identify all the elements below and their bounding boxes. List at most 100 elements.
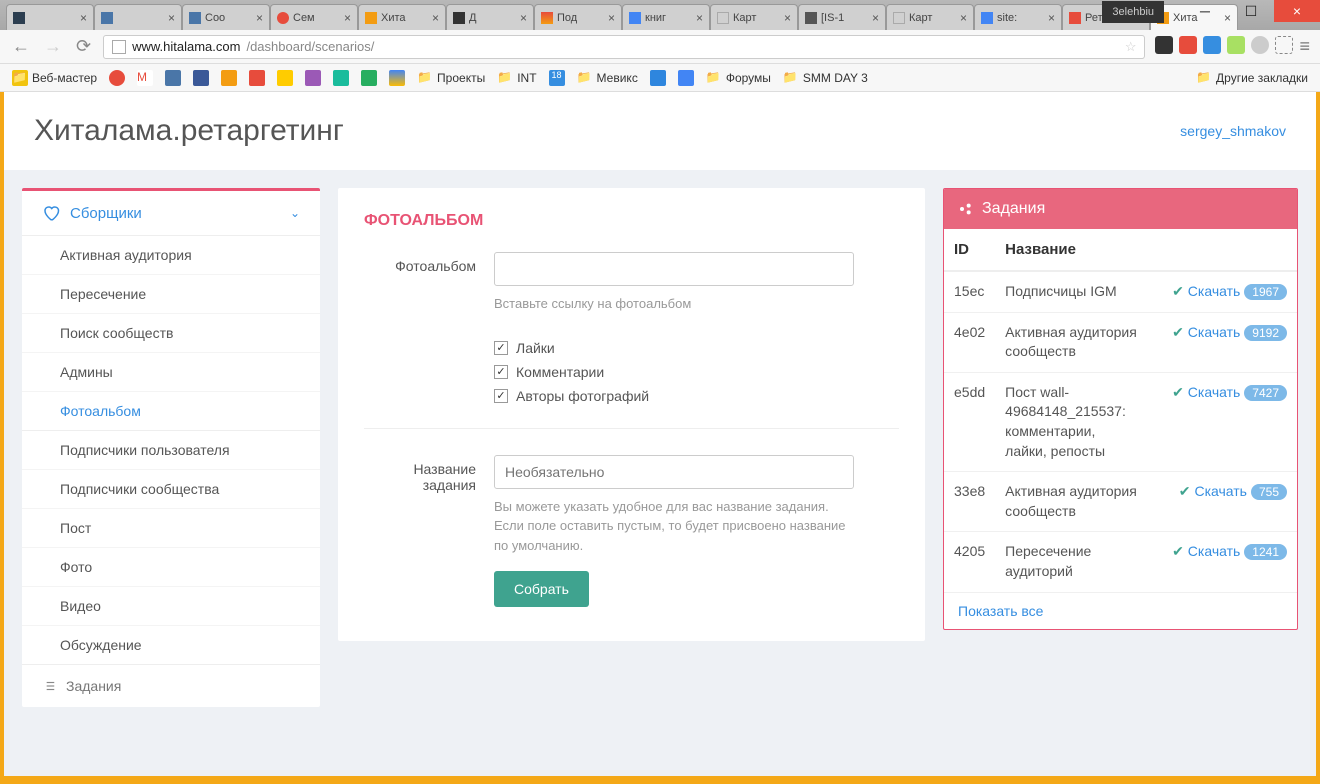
browser-tab[interactable]: [IS-1× [798,4,886,30]
task-name-input[interactable] [494,455,854,489]
task-name: Активная аудитория сообществ [995,472,1150,532]
bookmark[interactable] [301,68,325,88]
close-icon[interactable]: × [696,11,703,25]
browser-tab[interactable]: Соо× [182,4,270,30]
browser-tab[interactable]: × [94,4,182,30]
window-close[interactable]: × [1274,0,1320,22]
check-icon: ✔ [1172,324,1184,340]
count-badge: 1967 [1244,284,1287,300]
sidebar-item[interactable]: Обсуждение [22,625,320,664]
th-name: Название [995,229,1150,271]
bookmark[interactable] [105,68,129,88]
close-icon[interactable]: × [344,11,351,25]
tab-title: книг [645,12,692,24]
nav-forward[interactable]: → [42,36,64,57]
close-icon[interactable]: × [520,11,527,25]
checkbox-icon: ✓ [494,341,508,355]
close-icon[interactable]: × [168,11,175,25]
sidebar-item[interactable]: Подписчики сообщества [22,469,320,508]
bookmark[interactable]: 📁Проекты [413,68,489,88]
browser-tab[interactable]: Сем × [270,4,358,30]
bookmark[interactable]: 18 [545,68,569,88]
panel-title: ФОТОАЛЬБОМ [364,212,899,230]
menu-icon[interactable]: ≡ [1299,36,1310,57]
sidebar-item[interactable]: Активная аудитория [22,236,320,274]
browser-tab[interactable]: Карт× [886,4,974,30]
close-icon[interactable]: × [256,11,263,25]
browser-tab[interactable]: Под× [534,4,622,30]
ext-icon[interactable] [1155,36,1173,54]
sidebar-item[interactable]: Пересечение [22,274,320,313]
bookmark[interactable] [357,68,381,88]
ext-icon[interactable] [1251,36,1269,54]
user-link[interactable]: sergey_shmakov [1180,123,1286,139]
window-minimize[interactable]: ─ [1182,0,1228,22]
nav-back[interactable]: ← [10,36,32,57]
bookmark[interactable] [189,68,213,88]
bookmark[interactable]: 📁INT [493,68,540,88]
table-row: 4e02Активная аудитория сообществ✔Скачать… [944,312,1297,372]
browser-tab[interactable]: Карт× [710,4,798,30]
bookmark[interactable]: 📁Веб-мастер [8,68,101,88]
table-row: e5ddПост wall-49684148_215537: комментар… [944,372,1297,471]
submit-button[interactable]: Собрать [494,571,589,607]
bookmark[interactable]: 📁Форумы [702,68,775,88]
close-icon[interactable]: × [608,11,615,25]
ext-icon[interactable] [1227,36,1245,54]
download-link[interactable]: Скачать [1194,483,1247,499]
star-icon[interactable]: ☆ [1125,39,1137,55]
close-icon[interactable]: × [784,11,791,25]
address-bar[interactable]: www.hitalama.com/dashboard/scenarios/ ☆ [103,35,1145,59]
ext-icon[interactable] [1275,36,1293,54]
bookmark[interactable]: 📁Мевикс [573,68,642,88]
window-maximize[interactable]: ☐ [1228,0,1274,22]
sidebar-item[interactable]: Админы [22,352,320,391]
sidebar-collectors-header[interactable]: Сборщики ⌄ [22,191,320,235]
ext-icon[interactable] [1179,36,1197,54]
sidebar-item[interactable]: Видео [22,586,320,625]
download-link[interactable]: Скачать [1188,283,1241,299]
bookmark[interactable] [217,68,241,88]
browser-tab[interactable]: × [6,4,94,30]
sidebar-item[interactable]: Подписчики пользователя [22,431,320,469]
bookmark[interactable] [385,68,409,88]
browser-tab[interactable]: site:× [974,4,1062,30]
close-icon[interactable]: × [432,11,439,25]
download-link[interactable]: Скачать [1188,543,1241,559]
checkbox-comments[interactable]: ✓ Комментарии [494,360,899,384]
close-icon[interactable]: × [80,11,87,25]
bookmark[interactable]: M [133,68,157,88]
bookmark[interactable] [674,68,698,88]
browser-user[interactable]: 3elehbiu [1102,1,1164,23]
checkbox-authors[interactable]: ✓ Авторы фотографий [494,384,899,408]
close-icon[interactable]: × [960,11,967,25]
sidebar-item[interactable]: Пост [22,508,320,547]
omnibar: ← → ⟳ www.hitalama.com/dashboard/scenari… [0,30,1320,64]
show-all-link[interactable]: Показать все [944,593,1297,629]
close-icon[interactable]: × [872,11,879,25]
tab-title: Сем [293,12,340,24]
bookmark[interactable] [329,68,353,88]
sidebar-tasks[interactable]: Задания [22,664,320,707]
chevron-down-icon: ⌄ [290,206,300,220]
close-icon[interactable]: × [1048,11,1055,25]
album-input[interactable] [494,252,854,286]
other-bookmarks[interactable]: 📁Другие закладки [1192,68,1312,88]
task-name: Пересечение аудиторий [995,532,1150,592]
browser-tab[interactable]: Д× [446,4,534,30]
browser-tab[interactable]: книг × [622,4,710,30]
download-link[interactable]: Скачать [1188,324,1241,340]
sidebar-item[interactable]: Поиск сообществ [22,313,320,352]
bookmark[interactable] [273,68,297,88]
sidebar-item-active[interactable]: Фотоальбом [22,391,320,430]
download-link[interactable]: Скачать [1188,384,1241,400]
ext-icon[interactable] [1203,36,1221,54]
checkbox-likes[interactable]: ✓ Лайки [494,336,899,360]
bookmark[interactable] [161,68,185,88]
bookmark[interactable] [245,68,269,88]
nav-reload[interactable]: ⟳ [74,36,93,57]
bookmark[interactable] [646,68,670,88]
bookmark[interactable]: 📁SMM DAY 3 [779,68,872,88]
sidebar-item[interactable]: Фото [22,547,320,586]
browser-tab[interactable]: Хита× [358,4,446,30]
